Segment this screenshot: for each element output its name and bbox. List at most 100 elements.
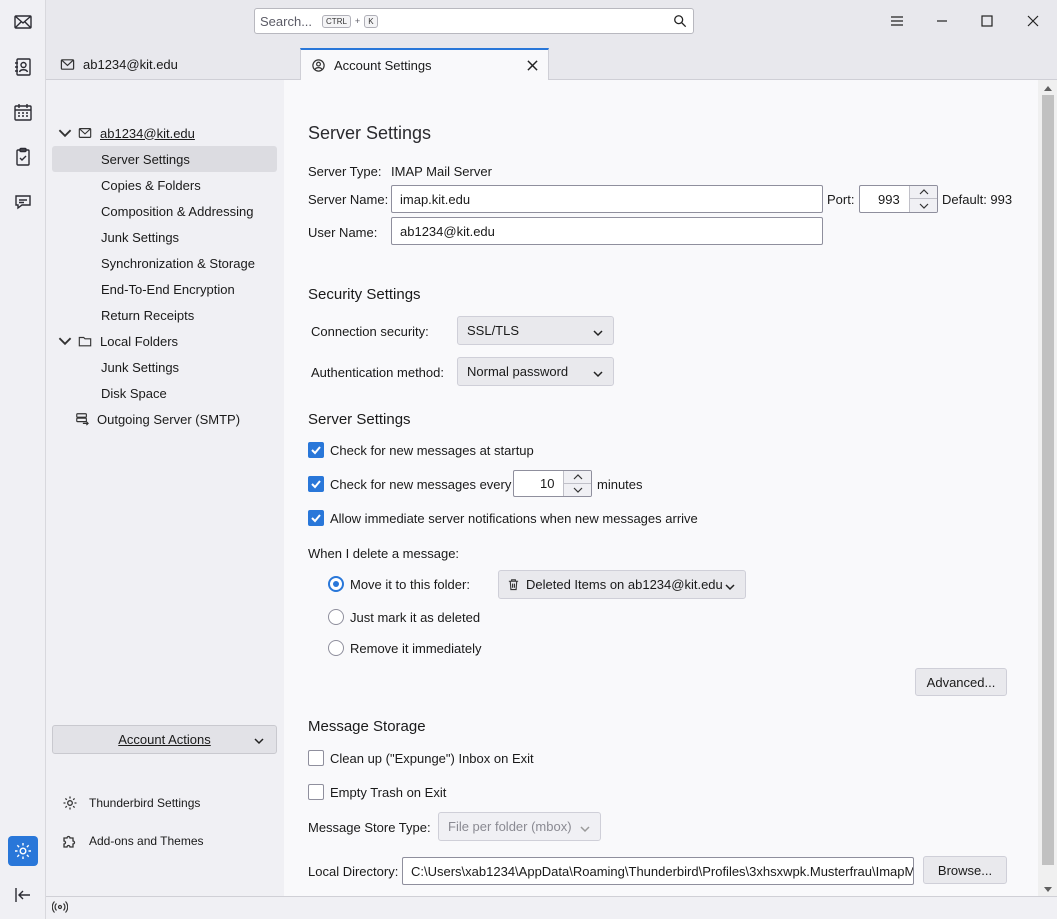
addons-themes-label: Add-ons and Themes bbox=[89, 834, 204, 848]
close-window-icon[interactable] bbox=[1020, 8, 1046, 34]
account-settings-icon bbox=[312, 58, 325, 72]
empty-trash-checkbox[interactable] bbox=[308, 784, 324, 800]
allow-notifications-label[interactable]: Allow immediate server notifications whe… bbox=[330, 511, 698, 526]
tree-item-return-receipts[interactable]: Return Receipts bbox=[101, 302, 194, 328]
tree-local-folders-label: Local Folders bbox=[100, 333, 179, 349]
tree-account[interactable]: ab1234@kit.edu bbox=[58, 120, 278, 146]
tree-item-composition[interactable]: Composition & Addressing bbox=[101, 198, 253, 224]
collapse-spaces-icon[interactable] bbox=[8, 880, 38, 910]
thunderbird-settings-label: Thunderbird Settings bbox=[89, 796, 201, 810]
search-input[interactable]: Search... CTRL + K bbox=[254, 8, 694, 34]
scroll-up-icon[interactable] bbox=[1043, 82, 1053, 92]
tree-account-label: ab1234@kit.edu bbox=[100, 125, 195, 141]
check-startup-label[interactable]: Check for new messages at startup bbox=[330, 443, 534, 458]
move-to-folder-label[interactable]: Move it to this folder: bbox=[350, 577, 470, 592]
tree-item-label: End-To-End Encryption bbox=[101, 281, 235, 297]
trash-folder-value: Deleted Items on ab1234@kit.edu bbox=[526, 577, 723, 592]
chat-icon[interactable] bbox=[8, 187, 38, 217]
page-title: Server Settings bbox=[308, 123, 432, 143]
server-name-input[interactable]: imap.kit.edu bbox=[391, 185, 823, 213]
mark-deleted-radio[interactable] bbox=[328, 609, 344, 625]
tree-item-label: Synchronization & Storage bbox=[101, 255, 255, 271]
search-icon[interactable] bbox=[673, 14, 687, 31]
folder-icon bbox=[78, 336, 92, 347]
tab-account-settings[interactable]: Account Settings bbox=[300, 48, 549, 80]
mail-folder-icon bbox=[60, 58, 75, 70]
port-value: 993 bbox=[878, 191, 900, 207]
maximize-icon[interactable] bbox=[974, 8, 1000, 34]
port-spin-buttons[interactable] bbox=[909, 186, 937, 212]
security-settings-heading: Security Settings bbox=[308, 286, 421, 303]
allow-notifications-checkbox[interactable] bbox=[308, 510, 324, 526]
spin-down-icon[interactable] bbox=[564, 484, 591, 497]
trash-folder-select[interactable]: Deleted Items on ab1234@kit.edu bbox=[498, 570, 746, 599]
interval-spin-buttons[interactable] bbox=[563, 471, 591, 496]
chevron-down-icon[interactable] bbox=[58, 334, 72, 348]
address-book-icon[interactable] bbox=[8, 52, 38, 82]
tree-item-e2e-encryption[interactable]: End-To-End Encryption bbox=[101, 276, 235, 302]
tree-item-local-junk[interactable]: Junk Settings bbox=[101, 354, 179, 380]
settings-gear-icon[interactable] bbox=[8, 836, 38, 866]
shortcut-key-k: K bbox=[364, 14, 378, 28]
tree-item-copies-folders[interactable]: Copies & Folders bbox=[101, 172, 201, 198]
spin-up-icon[interactable] bbox=[564, 471, 591, 484]
connection-security-label: Connection security: bbox=[311, 324, 429, 339]
move-to-folder-radio[interactable] bbox=[328, 576, 344, 592]
tasks-icon[interactable] bbox=[8, 142, 38, 172]
tree-item-sync-storage[interactable]: Synchronization & Storage bbox=[101, 250, 255, 276]
browse-button[interactable]: Browse... bbox=[923, 856, 1007, 884]
cleanup-inbox-label[interactable]: Clean up ("Expunge") Inbox on Exit bbox=[330, 751, 534, 766]
check-startup-checkbox[interactable] bbox=[308, 442, 324, 458]
mail-icon[interactable] bbox=[8, 7, 38, 37]
tab-mail-account[interactable]: ab1234@kit.edu bbox=[50, 48, 296, 80]
auth-method-select[interactable]: Normal password bbox=[457, 357, 614, 386]
check-interval-stepper[interactable]: 10 bbox=[513, 470, 592, 497]
spin-up-icon[interactable] bbox=[910, 186, 937, 199]
minimize-icon[interactable] bbox=[929, 8, 955, 34]
remove-immediately-radio[interactable] bbox=[328, 640, 344, 656]
advanced-button[interactable]: Advanced... bbox=[915, 668, 1007, 696]
tab-bar: ab1234@kit.edu Account Settings bbox=[46, 43, 1057, 80]
local-directory-input[interactable]: C:\Users\xab1234\AppData\Roaming\Thunder… bbox=[402, 857, 914, 885]
tree-item-disk-space[interactable]: Disk Space bbox=[101, 380, 167, 406]
tree-item-junk-settings[interactable]: Junk Settings bbox=[101, 224, 179, 250]
account-mail-icon bbox=[78, 128, 92, 138]
puzzle-icon bbox=[63, 835, 76, 848]
calendar-icon[interactable] bbox=[8, 97, 38, 127]
chevron-down-icon bbox=[725, 580, 735, 591]
store-type-label: Message Store Type: bbox=[308, 820, 431, 835]
connection-security-select[interactable]: SSL/TLS bbox=[457, 316, 614, 345]
mark-deleted-label[interactable]: Just mark it as deleted bbox=[350, 610, 480, 625]
chevron-down-icon bbox=[593, 367, 603, 378]
check-every-label[interactable]: Check for new messages every bbox=[330, 477, 511, 492]
online-status-icon[interactable] bbox=[51, 900, 69, 917]
check-every-checkbox[interactable] bbox=[308, 476, 324, 492]
tree-local-folders[interactable]: Local Folders bbox=[58, 328, 178, 354]
chevron-down-icon[interactable] bbox=[58, 126, 72, 140]
app-menu-icon[interactable] bbox=[884, 8, 910, 34]
user-name-input[interactable]: ab1234@kit.edu bbox=[391, 217, 823, 245]
shortcut-key-ctrl: CTRL bbox=[322, 14, 351, 28]
tree-item-label: Composition & Addressing bbox=[101, 203, 254, 219]
tree-item-server-settings[interactable]: Server Settings bbox=[52, 146, 277, 172]
check-interval-value: 10 bbox=[540, 476, 555, 491]
gear-icon bbox=[63, 796, 77, 810]
empty-trash-label[interactable]: Empty Trash on Exit bbox=[330, 785, 446, 800]
tree-outgoing-smtp[interactable]: Outgoing Server (SMTP) bbox=[75, 406, 240, 432]
delete-message-label: When I delete a message: bbox=[308, 546, 460, 561]
remove-immediately-label[interactable]: Remove it immediately bbox=[350, 641, 482, 656]
port-stepper[interactable]: 993 bbox=[859, 185, 938, 213]
vertical-scrollbar[interactable] bbox=[1038, 80, 1057, 896]
thunderbird-settings-link[interactable]: Thunderbird Settings bbox=[62, 795, 200, 811]
port-default-label: Default: 993 bbox=[942, 192, 1013, 207]
spaces-toolbar bbox=[0, 0, 46, 919]
spin-down-icon[interactable] bbox=[910, 199, 937, 212]
tree-item-label: Junk Settings bbox=[101, 359, 180, 375]
close-tab-icon[interactable] bbox=[527, 59, 538, 74]
user-name-label: User Name: bbox=[308, 225, 378, 240]
scrollbar-thumb[interactable] bbox=[1042, 95, 1054, 865]
cleanup-inbox-checkbox[interactable] bbox=[308, 750, 324, 766]
account-actions-button[interactable]: Account Actions bbox=[52, 725, 277, 754]
scroll-down-icon[interactable] bbox=[1043, 882, 1053, 892]
addons-themes-link[interactable]: Add-ons and Themes bbox=[62, 833, 204, 849]
